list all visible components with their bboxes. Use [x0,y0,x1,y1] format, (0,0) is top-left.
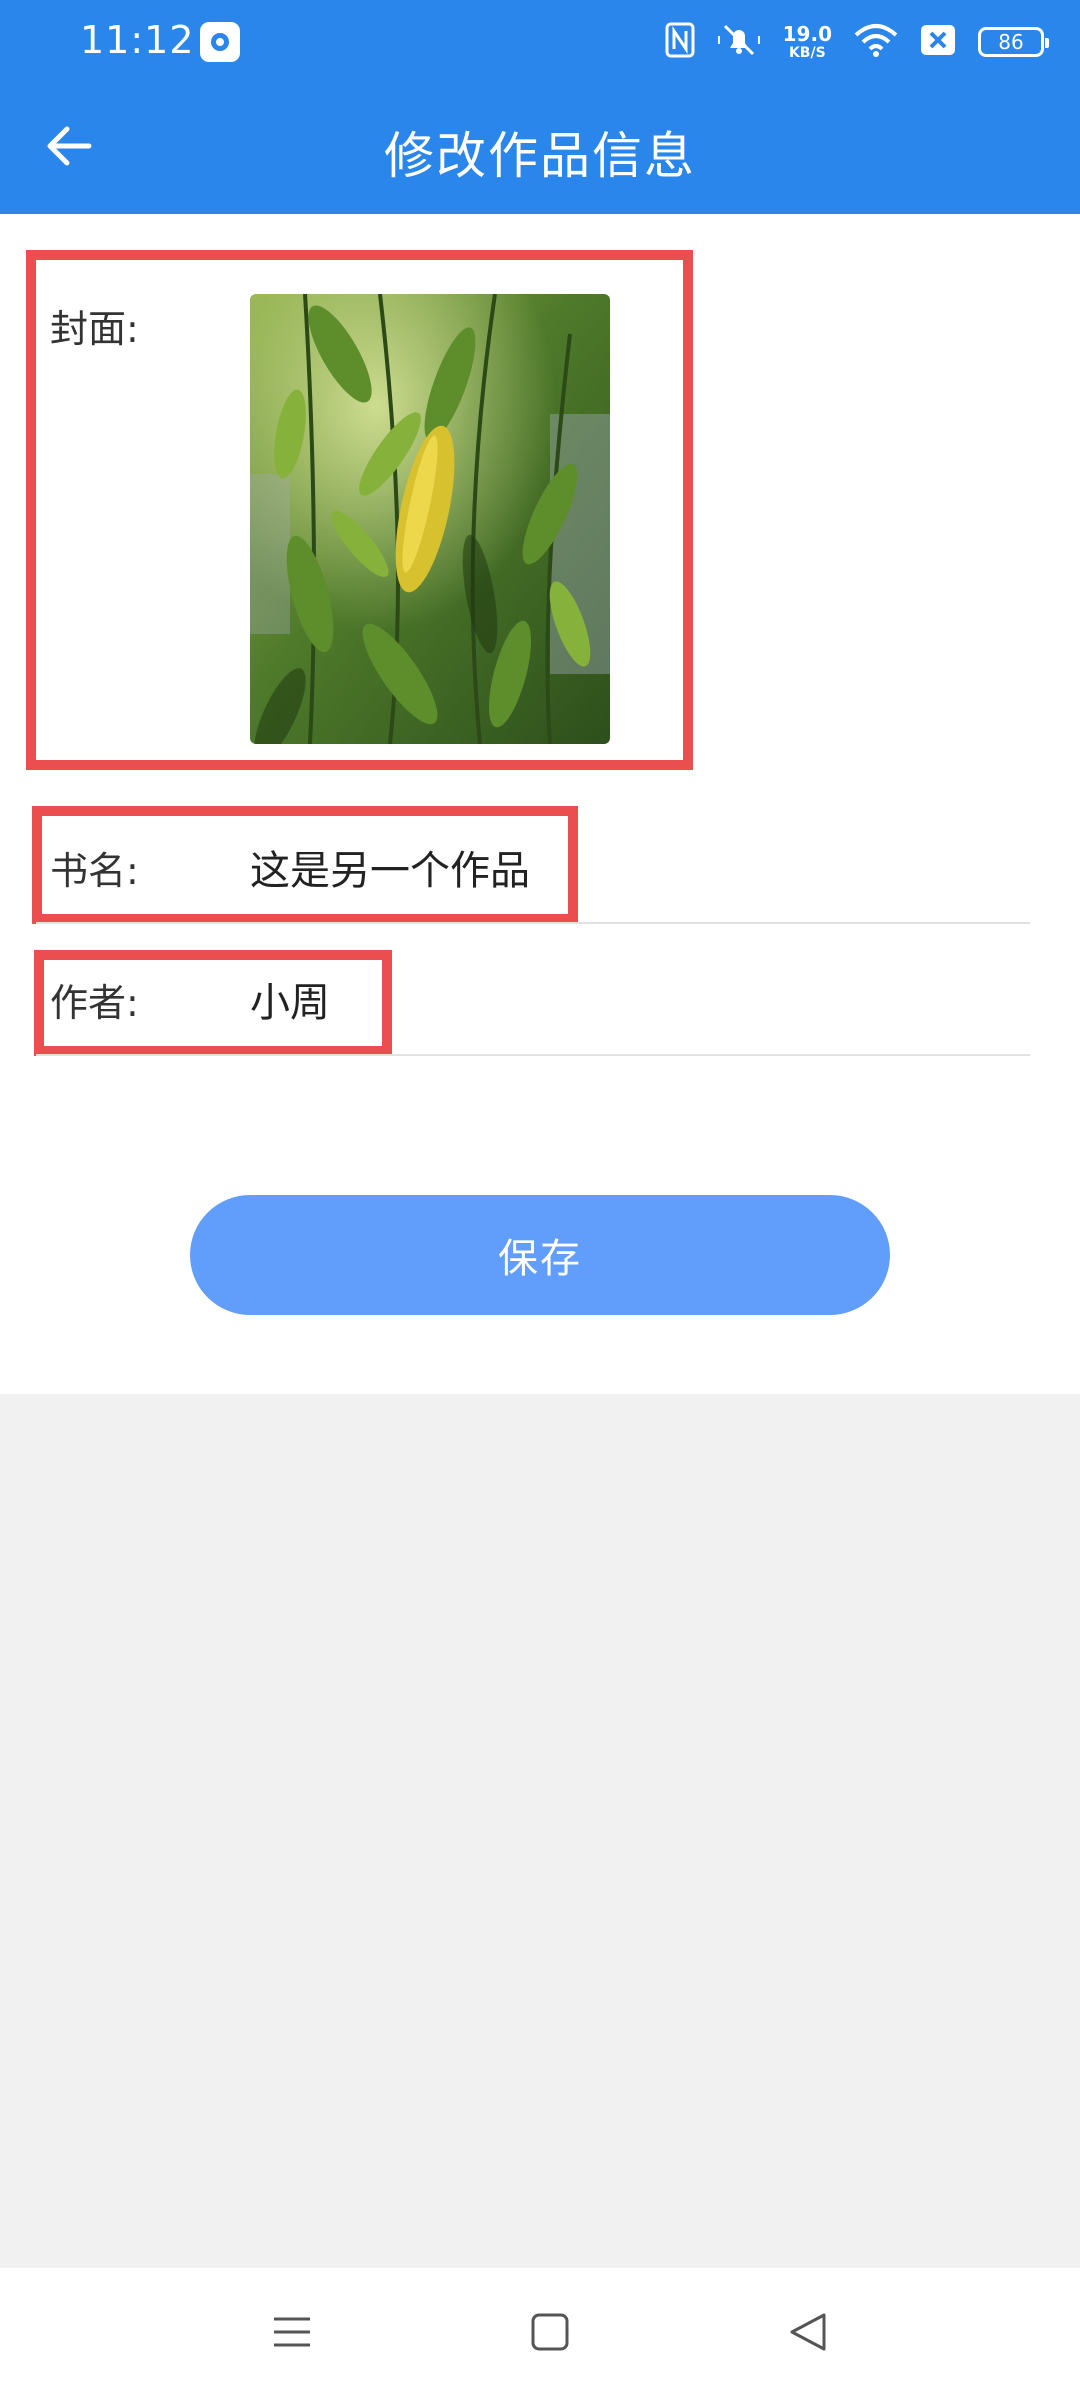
system-nav-bar [0,2268,1080,2400]
wifi-icon [854,23,898,61]
page-title: 修改作品信息 [384,127,696,185]
nav-back-button[interactable] [778,2304,838,2364]
sim-off-icon [920,24,956,60]
author-value[interactable]: 小周 [250,970,330,1028]
nfc-icon [665,22,695,62]
status-time: 11:12 [80,18,195,62]
title-label: 书名: [50,849,139,893]
battery-level: 86 [998,30,1024,54]
status-bar: 11:12 19.0 KB/S 86 [0,0,1080,82]
status-icons: 19.0 KB/S 86 [665,18,1049,66]
app-icon [200,22,240,62]
save-button[interactable]: 保存 [190,1195,890,1315]
cover-label: 封面: [50,307,139,351]
nav-home-button[interactable] [520,2304,580,2364]
author-label: 作者: [50,981,139,1025]
edit-form: 封面: 书名: 这是另一个作品 作者: 小周 保存 [0,214,1080,1394]
net-speed: 19.0 KB/S [782,22,832,61]
title-divider [36,922,1030,924]
nav-menu-button[interactable] [262,2304,322,2364]
app-header: 修改作品信息 [0,82,1080,214]
title-value[interactable]: 这是另一个作品 [250,838,530,896]
author-divider [36,1054,1030,1056]
back-triangle-icon [788,2312,828,2356]
menu-icon [272,2312,312,2356]
home-icon [530,2312,570,2356]
cover-image[interactable] [250,294,610,744]
battery-icon: 86 [978,27,1049,57]
mute-icon [717,22,761,62]
